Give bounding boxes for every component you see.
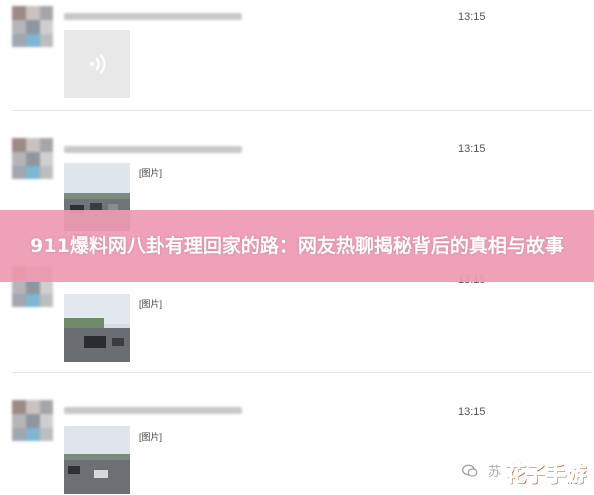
voice-wave-icon: [89, 54, 106, 74]
sender-name-blurred: [64, 13, 242, 20]
voice-message[interactable]: [64, 30, 130, 98]
image-tag: [图片]: [139, 299, 163, 309]
message-divider: [12, 110, 592, 111]
message-time: 13:15: [458, 11, 486, 23]
site-logo: 花子手游: [505, 462, 587, 487]
message-time: 13:15: [458, 143, 486, 155]
image-tag: [图片]: [139, 432, 163, 442]
banner-title: 911爆料网八卦有理回家的路：网友热聊揭秘背后的真相与故事: [30, 234, 564, 257]
sender-name-blurred: [64, 407, 242, 414]
avatar[interactable]: [12, 6, 53, 47]
image-tag: [图片]: [139, 168, 163, 178]
image-thumbnail[interactable]: [64, 426, 130, 494]
title-banner: 911爆料网八卦有理回家的路：网友热聊揭秘背后的真相与故事: [0, 210, 594, 282]
avatar[interactable]: [12, 138, 53, 179]
wechat-chat-icon: [462, 464, 478, 477]
sender-name-blurred: [64, 146, 242, 153]
message-divider: [12, 372, 592, 373]
message-time: 13:15: [458, 406, 486, 418]
image-thumbnail[interactable]: [64, 294, 130, 362]
message-item[interactable]: 13:15 [图片]: [0, 266, 594, 388]
watermark-text: 苏: [488, 465, 502, 480]
message-item[interactable]: 13:15: [0, 0, 594, 110]
avatar[interactable]: [12, 400, 53, 441]
